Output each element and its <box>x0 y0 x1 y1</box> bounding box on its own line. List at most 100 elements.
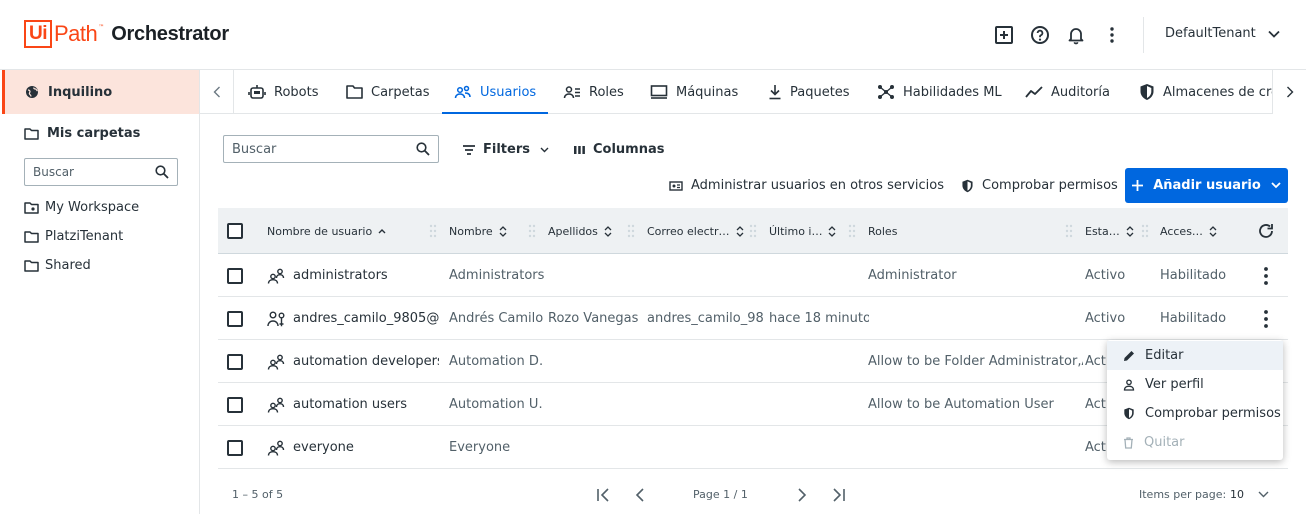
sidebar-my-folders[interactable]: Mis carpetas <box>24 126 140 141</box>
row-checkbox[interactable] <box>227 440 243 456</box>
folder-label: PlatziTenant <box>45 229 124 244</box>
row-checkbox[interactable] <box>227 311 243 327</box>
tab-auditoria[interactable]: Auditoría <box>1025 70 1110 114</box>
column-header-label: Nombre <box>449 224 493 238</box>
row-checkbox[interactable] <box>227 354 243 370</box>
menu-item-remove[interactable]: Quitar <box>1107 428 1283 457</box>
username-text: andres_camilo_9805@h… <box>293 311 439 326</box>
tab-almacenes-credenciales[interactable]: Almacenes de cred <box>1139 70 1272 114</box>
table-row[interactable]: andres_camilo_9805@h… Andrés Camilo Rozo… <box>218 297 1288 340</box>
cell-name: Automation U… <box>449 397 544 412</box>
column-header-status[interactable]: Esta… <box>1085 208 1134 254</box>
tab-roles[interactable]: Roles <box>563 70 624 114</box>
sort-icon <box>1209 225 1217 237</box>
row-checkbox[interactable] <box>227 268 243 284</box>
tab-paquetes[interactable]: Paquetes <box>768 70 850 114</box>
cell-name: Andrés Camilo <box>449 311 544 326</box>
sidebar-folder-platzitenant[interactable]: PlatziTenant <box>24 229 123 244</box>
cell-lastname: Rozo Vanegas <box>548 311 639 326</box>
more-vertical-icon[interactable] <box>1102 25 1122 45</box>
bell-icon[interactable] <box>1066 25 1086 45</box>
cell-username: automation developers <box>267 340 439 383</box>
column-header-label: Correo electr… <box>647 224 730 238</box>
manage-users-button[interactable]: Administrar usuarios en otros servicios <box>669 178 944 193</box>
folder-search-field[interactable] <box>24 158 178 186</box>
column-header-lastname[interactable]: Apellidos <box>548 208 612 254</box>
tab-scroll-left[interactable] <box>200 70 234 114</box>
columns-label: Columnas <box>593 142 665 157</box>
column-resize-handle[interactable] <box>847 223 857 239</box>
previous-page-icon[interactable] <box>635 488 645 502</box>
menu-item-check-permissions[interactable]: Comprobar permisos <box>1107 399 1283 428</box>
cell-username: administrators <box>267 254 439 297</box>
column-resize-handle[interactable] <box>428 223 438 239</box>
users-search-field[interactable] <box>223 135 439 163</box>
uipath-logo[interactable]: Ui Path ™ Orchestrator <box>24 20 229 48</box>
tab-robots[interactable]: Robots <box>248 70 318 114</box>
sidebar-folder-shared[interactable]: Shared <box>24 258 91 273</box>
logo-ui-box: Ui <box>24 20 52 48</box>
column-header-last-login[interactable]: Último i… <box>769 208 836 254</box>
add-user-button[interactable]: Añadir usuario <box>1125 168 1288 203</box>
chevron-down-icon <box>1258 491 1269 498</box>
row-actions-icon[interactable] <box>1258 266 1274 286</box>
column-header-access[interactable]: Acces… <box>1160 208 1217 254</box>
cell-name: Administrators <box>449 268 544 283</box>
tab-usuarios[interactable]: Usuarios <box>441 70 549 114</box>
row-actions-icon[interactable] <box>1258 309 1274 329</box>
folder-icon <box>346 85 363 99</box>
select-all-checkbox[interactable] <box>227 223 243 239</box>
table-row[interactable]: administrators Administrators Administra… <box>218 254 1288 297</box>
tab-bar: Robots Carpetas Usuarios Roles Máquinas <box>200 70 1306 114</box>
column-resize-handle[interactable] <box>527 223 537 239</box>
tab-carpetas[interactable]: Carpetas <box>346 70 429 114</box>
sidebar-folder-my-workspace[interactable]: My Workspace <box>24 200 139 215</box>
column-header-username[interactable]: Nombre de usuario <box>267 208 386 254</box>
cell-username: everyone <box>267 426 439 469</box>
folder-icon <box>24 127 39 140</box>
folder-label: My Workspace <box>45 200 140 215</box>
group-icon <box>267 268 286 284</box>
add-square-icon[interactable] <box>994 25 1014 45</box>
paginator-page: Page 1 / 1 <box>693 487 748 501</box>
sort-ascending-icon <box>378 228 386 234</box>
sidebar-item-tenant[interactable]: Inquilino <box>2 70 199 114</box>
tabs-viewport: Robots Carpetas Usuarios Roles Máquinas <box>234 70 1272 114</box>
items-per-page-select[interactable]: 10 <box>1230 474 1269 514</box>
menu-item-view-profile[interactable]: Ver perfil <box>1107 370 1283 399</box>
refresh-icon[interactable] <box>1257 222 1275 240</box>
users-icon <box>454 85 472 99</box>
columns-button[interactable]: Columnas <box>574 142 665 157</box>
column-header-name[interactable]: Nombre <box>449 208 507 254</box>
first-page-icon[interactable] <box>596 488 612 502</box>
help-icon[interactable] <box>1030 25 1050 45</box>
add-user-label: Añadir usuario <box>1153 178 1261 193</box>
column-resize-handle[interactable] <box>748 223 758 239</box>
cell-roles: Allow to be Folder Administrator,All… <box>868 354 1083 369</box>
cell-status: Activo <box>1085 311 1126 326</box>
column-header-roles[interactable]: Roles <box>868 208 897 254</box>
column-resize-handle[interactable] <box>1140 223 1150 239</box>
column-header-email[interactable]: Correo electr… <box>647 208 744 254</box>
search-icon <box>416 142 430 156</box>
sidebar: Inquilino Mis carpetas My Workspace Plat… <box>0 70 200 514</box>
check-permissions-label: Comprobar permisos <box>982 178 1118 193</box>
row-checkbox[interactable] <box>227 397 243 413</box>
ml-icon <box>877 84 895 100</box>
users-search-input[interactable] <box>232 141 402 157</box>
tab-maquinas[interactable]: Máquinas <box>650 70 738 114</box>
tenant-selector[interactable]: DefaultTenant <box>1165 26 1280 41</box>
column-resize-handle[interactable] <box>1064 223 1074 239</box>
items-per-page-label: Items per page: <box>1139 487 1227 501</box>
group-icon <box>267 440 286 456</box>
tab-scroll-right[interactable] <box>1272 70 1306 114</box>
column-resize-handle[interactable] <box>626 223 636 239</box>
check-permissions-button[interactable]: Comprobar permisos <box>961 178 1118 193</box>
filters-button[interactable]: Filters <box>463 142 549 157</box>
tab-habilidades-ml[interactable]: Habilidades ML <box>877 70 1002 114</box>
menu-item-edit[interactable]: Editar <box>1107 341 1283 370</box>
last-page-icon[interactable] <box>830 488 846 502</box>
filter-icon <box>463 144 475 155</box>
folder-search-input[interactable] <box>33 165 143 179</box>
next-page-icon[interactable] <box>797 488 807 502</box>
